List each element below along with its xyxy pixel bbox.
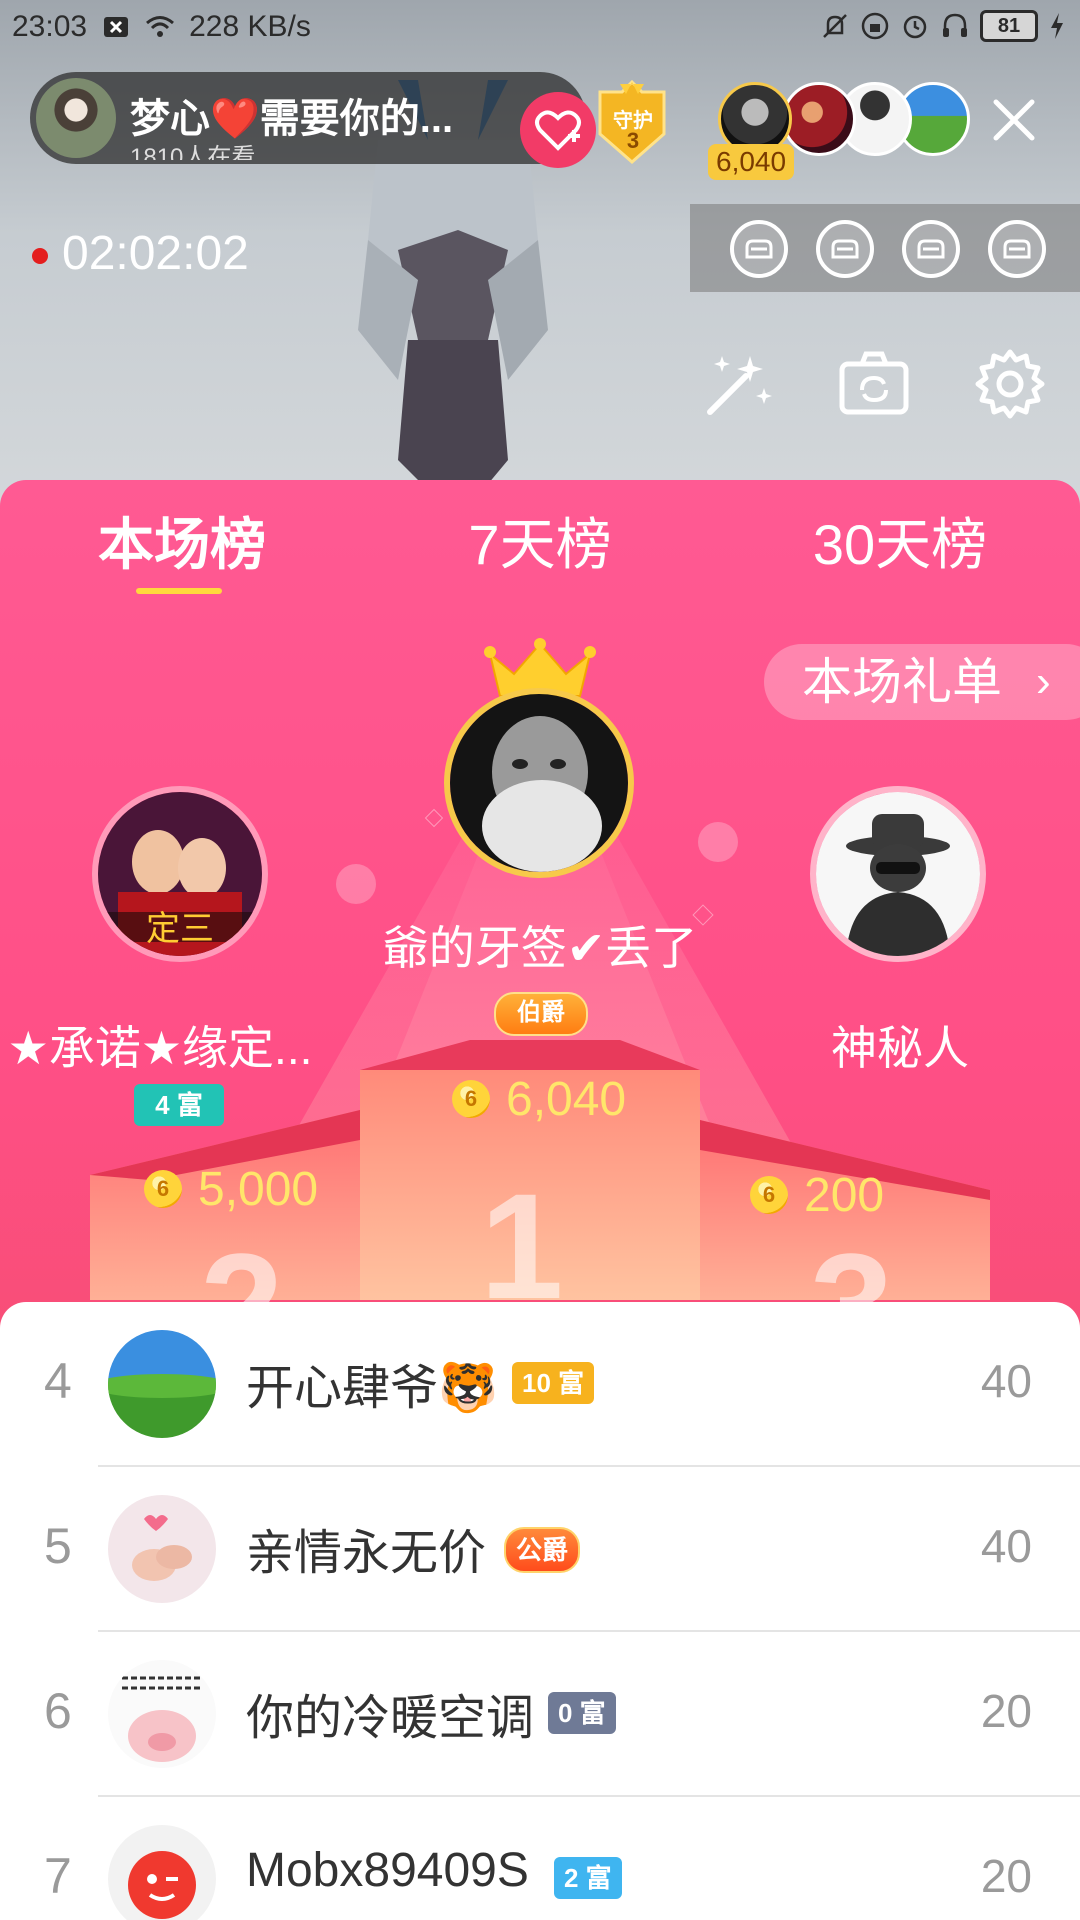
user-name: 开心肆爷🐯 bbox=[246, 1362, 498, 1415]
first-place-name: 爺的牙签✔丢了 bbox=[382, 922, 698, 974]
list-item[interactable]: 6 你的冷暖空调 0 富 20 bbox=[0, 1632, 1080, 1797]
lock-rotation-icon bbox=[861, 12, 889, 40]
recording-dot bbox=[32, 248, 48, 264]
host-info-pill[interactable]: 梦心❤️需要你的... 1810人在看 bbox=[30, 72, 586, 164]
user-score: 40 bbox=[980, 1520, 1032, 1572]
top-contribution-badge: 6,040 bbox=[708, 144, 795, 180]
seat-sofa-icon[interactable] bbox=[816, 220, 874, 278]
gift-list-button[interactable]: 本场礼单 › bbox=[764, 644, 1080, 720]
seat-sofa-icon[interactable] bbox=[988, 220, 1046, 278]
user-avatar[interactable] bbox=[108, 1825, 216, 1920]
user-name: 亲情永无价 bbox=[246, 1527, 487, 1580]
user-avatar[interactable] bbox=[108, 1330, 216, 1438]
third-place-avatar[interactable] bbox=[810, 786, 986, 962]
live-timer: 02:02:02 bbox=[62, 227, 249, 280]
third-place-amount: 200 bbox=[804, 1169, 885, 1222]
alarm-icon bbox=[903, 15, 927, 39]
user-name: 你的冷暖空调 bbox=[246, 1692, 535, 1745]
seat-sofa-icon[interactable] bbox=[902, 220, 960, 278]
status-bar: 23:03 228 KB/s 81 bbox=[0, 0, 1080, 54]
rank-number: 6 bbox=[44, 1683, 72, 1739]
beauty-wand-icon[interactable] bbox=[700, 346, 776, 422]
rich-level-badge: 4 富 bbox=[134, 1084, 224, 1126]
second-place-name: ★承诺★缘定... bbox=[7, 1022, 313, 1074]
heart-plus-icon bbox=[535, 110, 581, 151]
host-name: 梦心❤️需要你的... bbox=[130, 97, 454, 141]
user-name: Mobx89409S bbox=[246, 1844, 529, 1897]
svg-text:定三: 定三 bbox=[146, 909, 214, 949]
second-place-avatar[interactable]: 定三 bbox=[92, 786, 268, 962]
rich-level-badge: 2 富 bbox=[554, 1857, 622, 1899]
tab-7-days[interactable]: 7天榜 bbox=[450, 510, 630, 580]
ranking-list: 4 开心肆爷🐯 10 富 40 5 亲情永无价 公爵 40 6 你的冷暖空调 0… bbox=[0, 1302, 1080, 1920]
user-score: 40 bbox=[980, 1355, 1032, 1407]
tab-30-days[interactable]: 30天榜 bbox=[800, 510, 1000, 580]
clock: 23:03 bbox=[12, 10, 88, 43]
gift-list-label: 本场礼单 bbox=[802, 654, 1002, 710]
follow-button[interactable] bbox=[520, 92, 596, 168]
host-avatar[interactable] bbox=[36, 78, 116, 158]
viewer-count: 1810人在看 bbox=[130, 144, 256, 160]
user-avatar[interactable] bbox=[108, 1660, 216, 1768]
rich-level-badge: 10 富 bbox=[512, 1362, 595, 1404]
active-tab-indicator bbox=[136, 588, 222, 594]
viewer-avatar[interactable] bbox=[782, 82, 856, 156]
tab-current-show[interactable]: 本场榜 bbox=[90, 510, 274, 580]
noble-badge: 伯爵 bbox=[494, 992, 588, 1036]
second-place-amount: 5,000 bbox=[198, 1163, 319, 1216]
first-place-avatar[interactable] bbox=[444, 688, 634, 878]
guard-count: 3 bbox=[626, 128, 640, 153]
user-avatar[interactable] bbox=[108, 1495, 216, 1603]
network-speed: 228 KB/s bbox=[189, 10, 311, 43]
list-item[interactable]: 5 亲情永无价 公爵 40 bbox=[0, 1467, 1080, 1632]
rank-number: 7 bbox=[44, 1848, 72, 1904]
third-place-name: 神秘人 bbox=[831, 1022, 969, 1074]
settings-gear-icon[interactable] bbox=[972, 346, 1048, 422]
chevron-right-icon: › bbox=[1036, 657, 1051, 706]
mute-bell-icon bbox=[823, 14, 847, 38]
coin-icon: 6 bbox=[452, 1080, 490, 1118]
headphones-icon bbox=[943, 13, 967, 37]
charging-icon bbox=[1051, 13, 1063, 39]
wifi-icon bbox=[146, 16, 175, 37]
rank-number: 5 bbox=[44, 1518, 72, 1574]
first-place-amount: 6,040 bbox=[506, 1073, 627, 1126]
noble-badge: 公爵 bbox=[504, 1527, 581, 1573]
rich-level-badge: 0 富 bbox=[548, 1692, 616, 1734]
list-item[interactable]: 7 Mobx89409S 2 富 20 bbox=[0, 1797, 1080, 1920]
seat-sofa-icon[interactable] bbox=[730, 220, 788, 278]
user-score: 20 bbox=[980, 1685, 1032, 1737]
coin-icon: 6 bbox=[144, 1170, 182, 1208]
user-score: 20 bbox=[980, 1850, 1032, 1902]
close-box-icon bbox=[104, 17, 129, 37]
list-item[interactable]: 4 开心肆爷🐯 10 富 40 bbox=[0, 1302, 1080, 1467]
close-icon[interactable] bbox=[990, 96, 1038, 144]
seats-bar bbox=[690, 204, 1080, 292]
rank-number: 4 bbox=[44, 1353, 72, 1409]
battery-icon: 81 bbox=[980, 10, 1038, 42]
coin-icon: 6 bbox=[750, 1176, 788, 1214]
switch-camera-icon[interactable] bbox=[836, 346, 912, 422]
